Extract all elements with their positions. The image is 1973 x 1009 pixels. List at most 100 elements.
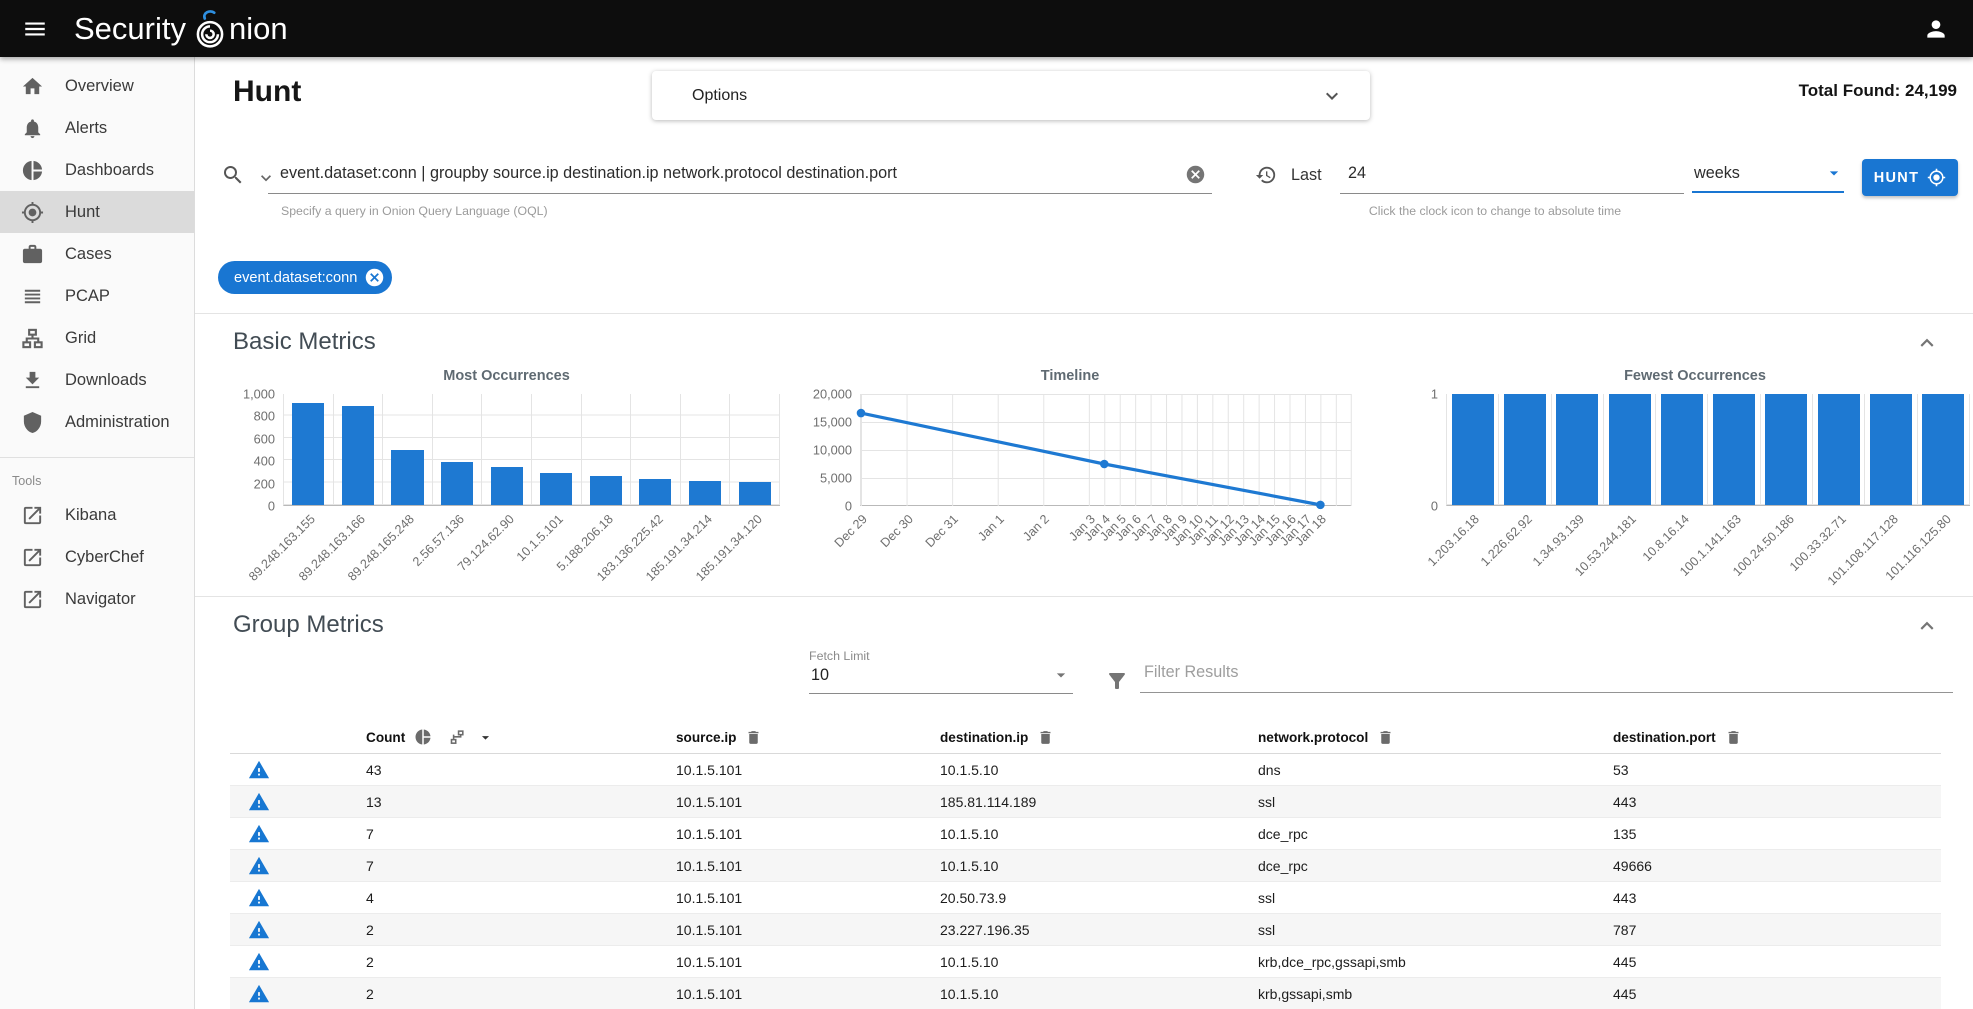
hunt-button[interactable]: HUNT (1862, 159, 1958, 196)
collapse-group-metrics-icon[interactable] (1914, 613, 1940, 639)
query-input[interactable] (268, 157, 1212, 194)
bar[interactable] (540, 473, 572, 505)
warning-icon[interactable] (248, 855, 270, 877)
data-point[interactable] (1100, 460, 1109, 469)
time-unit-value: weeks (1694, 164, 1740, 182)
basic-metrics-charts: Most Occurrences 1,0008006004002000 89.2… (233, 368, 1973, 594)
bar[interactable] (1870, 394, 1912, 505)
sidebar-item-overview[interactable]: Overview (0, 65, 194, 107)
data-point[interactable] (857, 409, 866, 418)
table-cell: 10.1.5.10 (940, 858, 1258, 874)
y-tick-label: 0 (1431, 499, 1438, 514)
sidebar-item-administration[interactable]: Administration (0, 401, 194, 443)
remove-filter-icon[interactable] (364, 267, 385, 288)
column-header-count: Count (366, 728, 676, 746)
sidebar-item-label: Kibana (65, 506, 116, 525)
table-cell: ssl (1258, 890, 1613, 906)
filter-chip[interactable]: event.dataset:conn (218, 261, 392, 294)
remove-column-icon[interactable] (1037, 729, 1054, 746)
sidebar-item-grid[interactable]: Grid (0, 317, 194, 359)
sidebar-item-downloads[interactable]: Downloads (0, 359, 194, 401)
remove-column-icon[interactable] (1377, 729, 1394, 746)
timeline-plot (861, 394, 1351, 506)
sidebar-item-alerts[interactable]: Alerts (0, 107, 194, 149)
bar[interactable] (1765, 394, 1807, 505)
bar[interactable] (1661, 394, 1703, 505)
bar[interactable] (1922, 394, 1964, 505)
bar[interactable] (689, 481, 721, 505)
sidebar-item-hunt[interactable]: Hunt (0, 191, 194, 233)
fetch-limit-select[interactable]: Fetch Limit 10 (809, 649, 1073, 694)
bar-slot (681, 394, 731, 505)
topbar: Security nion (0, 0, 1973, 57)
bar[interactable] (1452, 394, 1494, 505)
user-account-icon[interactable] (1923, 16, 1949, 42)
chart-title: Timeline (790, 368, 1350, 390)
table-cell: ssl (1258, 794, 1613, 810)
pie-chart-toggle-icon[interactable] (414, 728, 432, 746)
bar[interactable] (491, 467, 523, 505)
sidebar-item-navigator[interactable]: Navigator (0, 578, 194, 620)
bar[interactable] (1818, 394, 1860, 505)
duration-input[interactable] (1340, 157, 1684, 194)
groupby-tree-icon[interactable] (449, 729, 466, 746)
remove-column-icon[interactable] (745, 729, 762, 746)
collapse-basic-metrics-icon[interactable] (1914, 330, 1940, 356)
chart-title: Most Occurrences (233, 368, 780, 390)
bar[interactable] (1713, 394, 1755, 505)
sidebar-item-cyberchef[interactable]: CyberChef (0, 536, 194, 578)
sidebar-item-pcap[interactable]: PCAP (0, 275, 194, 317)
bar-slot (1761, 394, 1813, 505)
sidebar-item-kibana[interactable]: Kibana (0, 494, 194, 536)
bar-slot (383, 394, 433, 505)
table-row[interactable]: 210.1.5.10110.1.5.10krb,gssapi,smb445 (230, 978, 1941, 1009)
time-unit-select[interactable]: weeks (1692, 157, 1844, 193)
bar[interactable] (739, 482, 771, 505)
download-icon (21, 369, 44, 392)
bar[interactable] (292, 403, 324, 505)
bar[interactable] (639, 479, 671, 505)
table-row[interactable]: 710.1.5.10110.1.5.10dce_rpc49666 (230, 850, 1941, 882)
fewest-occurrences-chart: Fewest Occurrences 10 1.203.16.181.226.6… (1420, 368, 1970, 594)
table-row[interactable]: 4310.1.5.10110.1.5.10dns53 (230, 754, 1941, 786)
clear-query-icon[interactable] (1185, 164, 1206, 185)
sidebar-item-label: Dashboards (65, 161, 154, 180)
table-cell: 10.1.5.10 (940, 826, 1258, 842)
sidebar-item-label: Downloads (65, 371, 147, 390)
warning-icon[interactable] (248, 759, 270, 781)
table-row[interactable]: 210.1.5.10110.1.5.10krb,dce_rpc,gssapi,s… (230, 946, 1941, 978)
warning-icon[interactable] (248, 887, 270, 909)
filter-results-input[interactable] (1140, 659, 1953, 693)
table-cell: krb,gssapi,smb (1258, 986, 1613, 1002)
warning-icon[interactable] (248, 919, 270, 941)
table-cell: 10.1.5.10 (940, 954, 1258, 970)
table-row[interactable]: 210.1.5.10123.227.196.35ssl787 (230, 914, 1941, 946)
fetch-limit-label: Fetch Limit (809, 649, 1073, 663)
bar[interactable] (590, 476, 622, 505)
options-expander[interactable]: Options (652, 71, 1370, 120)
sidebar-item-dashboards[interactable]: Dashboards (0, 149, 194, 191)
bar[interactable] (1504, 394, 1546, 505)
bar[interactable] (391, 450, 423, 505)
column-header-network-protocol: network.protocol (1258, 729, 1613, 746)
chevron-down-icon[interactable] (1320, 84, 1344, 108)
bar[interactable] (342, 406, 374, 505)
bar[interactable] (441, 462, 473, 505)
warning-icon[interactable] (248, 823, 270, 845)
table-body: 4310.1.5.10110.1.5.10dns531310.1.5.10118… (230, 754, 1941, 1009)
sidebar-item-cases[interactable]: Cases (0, 233, 194, 275)
warning-icon[interactable] (248, 791, 270, 813)
hamburger-menu-icon[interactable] (22, 16, 48, 42)
table-row[interactable]: 1310.1.5.101185.81.114.189ssl443 (230, 786, 1941, 818)
groupby-caret-icon[interactable] (477, 729, 494, 746)
warning-icon[interactable] (248, 983, 270, 1005)
remove-column-icon[interactable] (1725, 729, 1742, 746)
table-row[interactable]: 410.1.5.10120.50.73.9ssl443 (230, 882, 1941, 914)
bar[interactable] (1556, 394, 1598, 505)
table-row[interactable]: 710.1.5.10110.1.5.10dce_rpc135 (230, 818, 1941, 850)
bar-slot (433, 394, 483, 505)
clock-history-icon[interactable] (1255, 164, 1277, 186)
warning-icon[interactable] (248, 951, 270, 973)
bar[interactable] (1609, 394, 1651, 505)
bar-slot (1656, 394, 1708, 505)
